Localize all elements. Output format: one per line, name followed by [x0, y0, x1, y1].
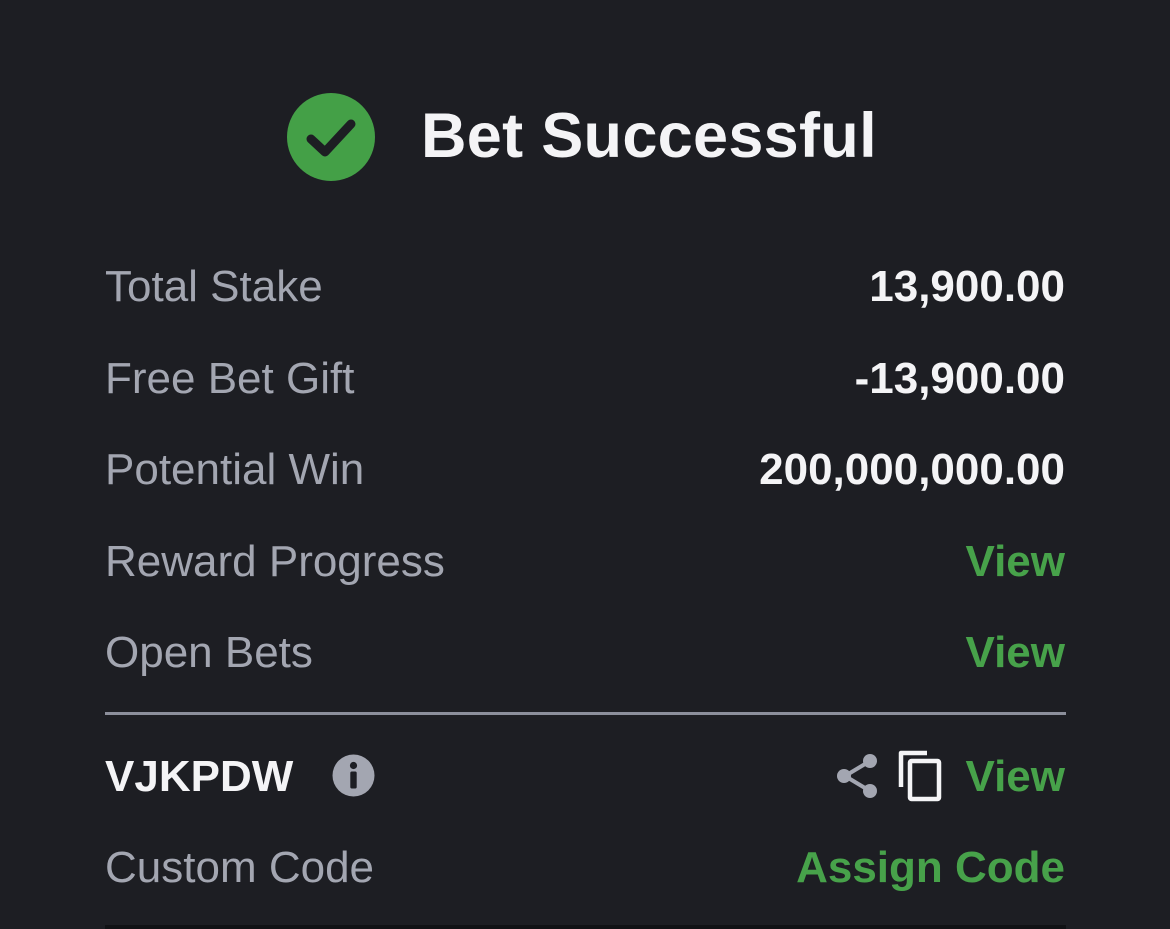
- total-stake-label: Total Stake: [105, 262, 323, 311]
- total-stake-value: 13,900.00: [869, 262, 1065, 311]
- copy-icon[interactable]: [897, 749, 945, 803]
- booking-view-link[interactable]: View: [966, 752, 1065, 802]
- assign-code-link[interactable]: Assign Code: [796, 843, 1065, 893]
- potential-win-row: Potential Win 200,000,000.00: [105, 445, 1065, 505]
- total-stake-row: Total Stake 13,900.00: [105, 262, 1065, 322]
- potential-win-label: Potential Win: [105, 445, 365, 494]
- booking-code-row: VJKPDW View: [105, 749, 1065, 812]
- open-bets-view-link[interactable]: View: [966, 628, 1065, 678]
- open-bets-row: Open Bets View: [105, 628, 1065, 688]
- page-title: Bet Successful: [421, 101, 877, 171]
- free-bet-gift-label: Free Bet Gift: [105, 354, 355, 403]
- info-icon[interactable]: [332, 754, 375, 797]
- potential-win-value: 200,000,000.00: [759, 445, 1065, 494]
- custom-code-label: Custom Code: [105, 843, 375, 892]
- reward-progress-label: Reward Progress: [105, 537, 445, 586]
- booking-code: VJKPDW: [105, 752, 294, 801]
- check-circle-icon: [287, 93, 375, 181]
- open-bets-label: Open Bets: [105, 628, 313, 677]
- bet-confirmation-header: Bet Successful: [0, 92, 1170, 182]
- reward-progress-view-link[interactable]: View: [966, 537, 1065, 587]
- free-bet-gift-row: Free Bet Gift -13,900.00: [105, 354, 1065, 414]
- section-divider: [105, 712, 1066, 715]
- free-bet-gift-value: -13,900.00: [854, 354, 1065, 403]
- share-icon[interactable]: [834, 752, 880, 800]
- reward-progress-row: Reward Progress View: [105, 537, 1065, 597]
- custom-code-row: Custom Code Assign Code: [105, 843, 1065, 903]
- bottom-divider: [105, 925, 1066, 929]
